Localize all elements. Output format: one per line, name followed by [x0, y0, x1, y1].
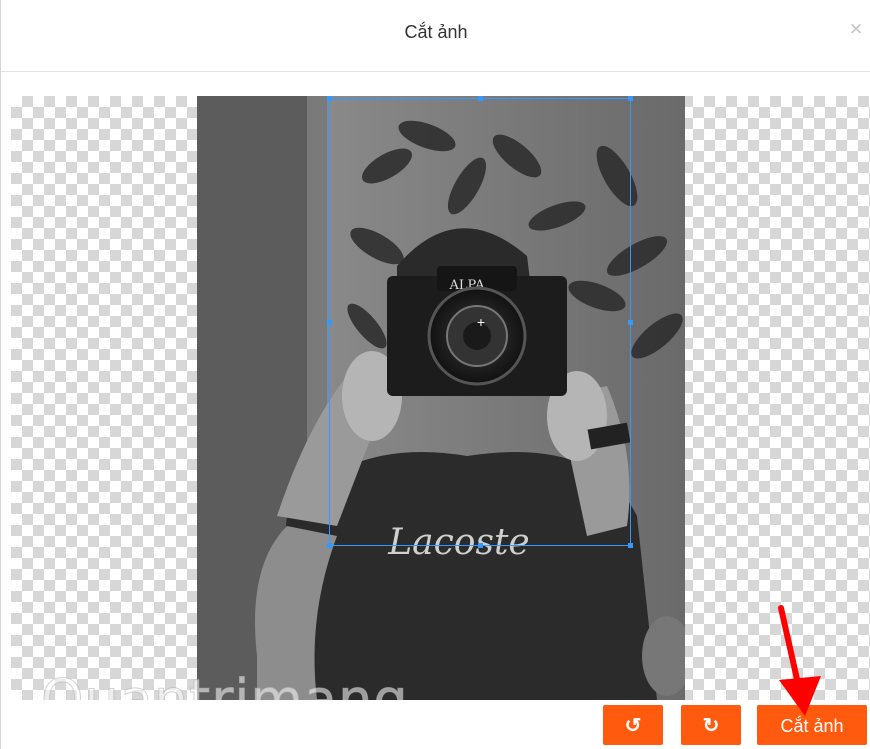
- crop-canvas[interactable]: ALPA Lacoste +: [11, 96, 870, 700]
- dialog-title: Cắt ảnh: [404, 22, 468, 42]
- crop-handle-e[interactable]: [628, 320, 633, 325]
- crop-selection[interactable]: +: [327, 96, 633, 548]
- crop-handle-ne[interactable]: [628, 96, 633, 101]
- crop-handle-w[interactable]: [327, 320, 332, 325]
- crop-handle-sw[interactable]: [327, 543, 332, 548]
- crop-handle-s[interactable]: [478, 543, 483, 548]
- crop-handle-nw[interactable]: [327, 96, 332, 101]
- dialog-footer: ↺ ↻ Cắt ảnh: [1, 700, 870, 749]
- rotate-right-button[interactable]: ↻: [681, 705, 741, 745]
- dialog-header: Cắt ảnh ×: [1, 0, 870, 72]
- rotate-right-icon: ↻: [702, 715, 720, 737]
- close-icon[interactable]: ×: [845, 18, 867, 40]
- crop-handle-se[interactable]: [628, 543, 633, 548]
- rotate-left-button[interactable]: ↺: [603, 705, 663, 745]
- arrow-icon: [761, 600, 841, 725]
- rotate-left-icon: ↺: [624, 715, 642, 737]
- crop-center-icon: +: [476, 314, 486, 330]
- crop-dialog: Cắt ảnh × ALPA Lacoste + ↺ ↻ Cắt ảnh: [0, 0, 870, 749]
- crop-handle-n[interactable]: [478, 96, 483, 101]
